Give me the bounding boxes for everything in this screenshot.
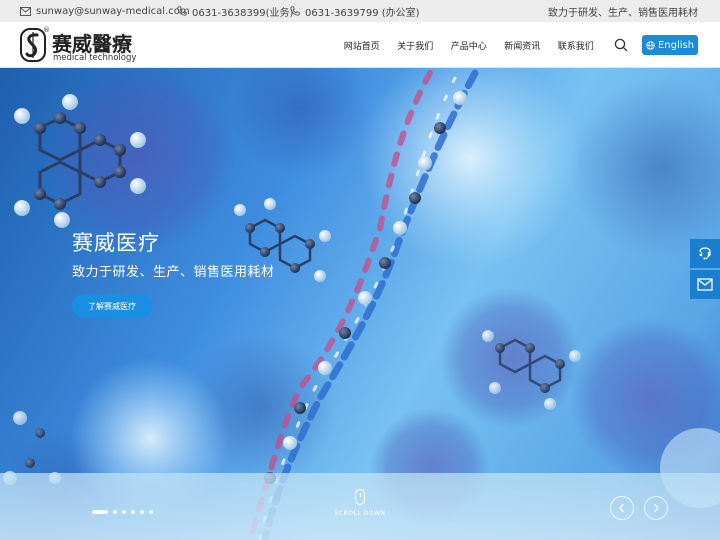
slide-dot[interactable]: [113, 510, 117, 514]
chevron-left-icon: [619, 503, 624, 513]
slide-dot[interactable]: [131, 510, 135, 514]
globe-icon: [646, 40, 655, 50]
english-language-button[interactable]: English: [642, 35, 698, 55]
slide-pagination: [92, 510, 153, 514]
site-logo[interactable]: ® 赛威醫療 medical technology: [20, 26, 138, 64]
nav-item-contact[interactable]: 联系我们: [549, 39, 603, 52]
hero-subtitle: 致力于研发、生产、销售医用耗材: [72, 265, 275, 280]
phone-icon: [177, 6, 187, 16]
topbar-slogan: 致力于研发、生产、销售医用耗材: [548, 7, 698, 19]
slide-next-button[interactable]: [644, 496, 668, 520]
registered-mark: ®: [43, 26, 50, 34]
email-text: sunway@sunway-medical.com: [36, 5, 190, 17]
slide-dot[interactable]: [140, 510, 144, 514]
message-button[interactable]: [690, 270, 720, 299]
chat-icon: [699, 246, 711, 259]
hero-banner: 赛威医疗 致力于研发、生产、销售医用耗材 了解赛威医疗: [0, 68, 720, 540]
learn-more-button[interactable]: 了解赛威医疗: [72, 294, 152, 318]
online-chat-button[interactable]: [690, 239, 720, 268]
scroll-down-indicator[interactable]: SCROLL DOWN: [330, 489, 390, 517]
chevron-right-icon: [654, 503, 659, 513]
scroll-down-label: SCROLL DOWN: [334, 510, 386, 517]
envelope-icon: [697, 278, 713, 291]
contact-phone-business[interactable]: 0631-3638399(业务): [177, 0, 293, 22]
mouse-icon: [355, 489, 365, 505]
slide-prev-button[interactable]: [610, 496, 634, 520]
phone-business-text: 0631-3638399(业务): [192, 7, 294, 19]
phone-office-text: 0631-3639799 (办公室): [305, 7, 420, 19]
mail-icon: [20, 6, 31, 16]
slide-dot[interactable]: [149, 510, 153, 514]
nav-item-home[interactable]: 网站首页: [335, 39, 389, 52]
nav-item-products[interactable]: 产品中心: [442, 39, 496, 52]
main-nav: 网站首页 关于我们 产品中心 新闻资讯 联系我们: [335, 22, 603, 68]
contact-email[interactable]: sunway@sunway-medical.com: [20, 0, 190, 22]
side-toolbar: [690, 239, 720, 301]
english-label: English: [657, 39, 695, 51]
slide-dot-active[interactable]: [92, 510, 108, 514]
phone-icon: [290, 6, 300, 16]
search-button[interactable]: [613, 37, 629, 53]
site-header: ® 赛威醫療 medical technology 网站首页 关于我们 产品中心…: [0, 22, 720, 68]
nav-item-about[interactable]: 关于我们: [389, 39, 443, 52]
nav-item-news[interactable]: 新闻资讯: [496, 39, 550, 52]
logo-text-en: medical technology: [53, 53, 137, 63]
slide-dot[interactable]: [122, 510, 126, 514]
contact-phone-office[interactable]: 0631-3639799 (办公室): [290, 0, 420, 22]
hero-title: 赛威医疗: [72, 231, 160, 255]
top-info-bar: sunway@sunway-medical.com 0631-3638399(业…: [0, 0, 720, 22]
search-icon: [614, 38, 628, 52]
